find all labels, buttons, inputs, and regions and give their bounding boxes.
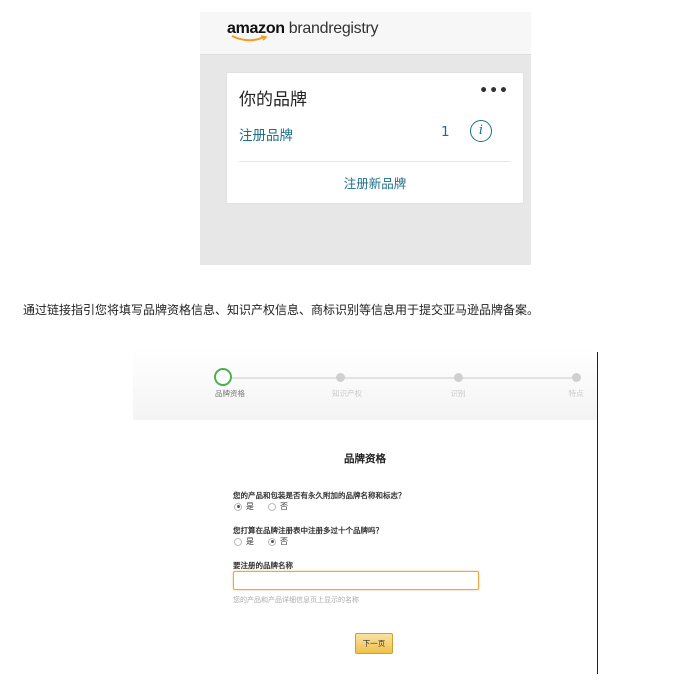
step-label-brand-eligibility: 品牌资格: [215, 389, 245, 398]
registered-brands-count: 1: [441, 124, 450, 140]
register-new-brand-link[interactable]: 注册新品牌: [227, 173, 523, 192]
stepper-track: [225, 377, 575, 379]
q1-yes-radio[interactable]: [234, 502, 242, 511]
step-label-intellectual-property: 知识产权: [332, 389, 362, 398]
brand-name-label: 要注册的品牌名称: [233, 561, 293, 570]
step-label-features: 特点: [568, 389, 584, 398]
progress-stepper: 品牌资格 知识产权 识别 特点: [133, 348, 597, 420]
question-permanent-brand: 您的产品和包装是否有永久附加的品牌名称和标志？: [233, 491, 406, 500]
brand-registry-screenshot: amazon brandregistry 你的品牌 ••• 注册品牌 1 i 注…: [200, 12, 531, 265]
amazon-smile-icon: [231, 35, 268, 42]
registered-brands-link[interactable]: 注册品牌: [239, 124, 293, 144]
article-caption: 通过链接指引您将填写品牌资格信息、知识产权信息、商标识别等信息用于提交亚马逊品牌…: [23, 303, 540, 317]
q2-no-label: 否: [280, 537, 288, 546]
question-more-than-ten-brands: 您打算在品牌注册表中注册多过十个品牌吗？: [233, 526, 383, 535]
info-icon[interactable]: i: [470, 120, 492, 142]
step-label-identification: 识别: [450, 389, 466, 398]
your-brands-card: 你的品牌 ••• 注册品牌 1 i 注册新品牌: [226, 72, 524, 204]
form-title: 品牌资格: [344, 453, 386, 465]
question-2-options: 是 否: [234, 536, 288, 547]
screenshot-border-line: [597, 352, 598, 674]
more-options-icon[interactable]: •••: [479, 83, 509, 99]
your-brands-title: 你的品牌: [239, 90, 307, 110]
step-4-dot-icon: [572, 373, 581, 382]
step-3-dot-icon: [454, 373, 463, 382]
q1-no-radio[interactable]: [268, 502, 276, 511]
next-page-button[interactable]: 下一页: [355, 633, 393, 654]
q2-yes-radio[interactable]: [234, 537, 242, 546]
amazon-brand-registry-logo[interactable]: amazon brandregistry: [227, 20, 379, 46]
brand-name-hint: 您的产品和产品详细信息页上显示的名称: [233, 596, 359, 604]
q1-no-label: 否: [280, 502, 288, 511]
q2-no-radio[interactable]: [268, 537, 276, 546]
step-2-dot-icon: [336, 373, 345, 382]
q1-yes-label: 是: [246, 502, 254, 511]
card-divider: [239, 161, 511, 162]
step-1-active-icon: [214, 368, 232, 386]
brand-name-input[interactable]: [233, 571, 479, 590]
question-1-options: 是 否: [234, 501, 288, 512]
brand-registry-header: amazon brandregistry: [200, 12, 531, 55]
q2-yes-label: 是: [246, 537, 254, 546]
brand-eligibility-screenshot: 品牌资格 知识产权 识别 特点 品牌资格 您的产品和包装是否有永久附加的品牌名称…: [133, 348, 597, 675]
logo-brandregistry-text: brandregistry: [288, 20, 379, 37]
